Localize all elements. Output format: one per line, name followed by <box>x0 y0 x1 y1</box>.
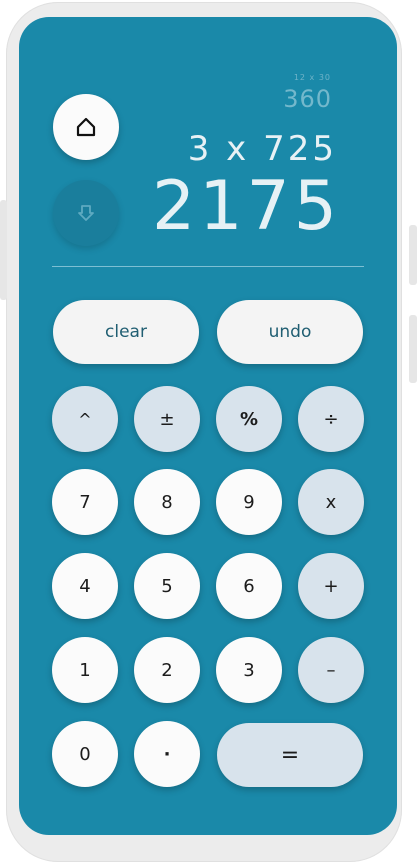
power-key[interactable]: ^ <box>52 386 118 452</box>
display-divider <box>52 266 364 267</box>
side-button-right-lower <box>409 315 417 383</box>
divide-key[interactable]: ÷ <box>298 386 364 452</box>
home-icon <box>76 117 96 137</box>
history-expression: 12 x 30 <box>293 73 331 82</box>
side-button-right-upper <box>409 225 417 285</box>
key-4[interactable]: 4 <box>52 553 118 619</box>
subtract-key[interactable]: – <box>298 637 364 703</box>
scroll-down-button[interactable] <box>53 180 119 246</box>
undo-button[interactable]: undo <box>217 300 363 364</box>
key-7[interactable]: 7 <box>52 469 118 535</box>
home-button[interactable] <box>53 94 119 160</box>
plus-minus-key[interactable]: ± <box>134 386 200 452</box>
key-9[interactable]: 9 <box>216 469 282 535</box>
history-result: 360 <box>283 85 332 113</box>
multiply-key[interactable]: x <box>298 469 364 535</box>
add-key[interactable]: + <box>298 553 364 619</box>
result-display: 2175 <box>151 167 341 246</box>
percent-key[interactable]: % <box>216 386 282 452</box>
key-8[interactable]: 8 <box>134 469 200 535</box>
side-button-left <box>0 200 7 300</box>
equals-key[interactable]: = <box>217 723 363 787</box>
key-1[interactable]: 1 <box>52 637 118 703</box>
arrow-down-icon <box>78 205 94 221</box>
key-2[interactable]: 2 <box>134 637 200 703</box>
key-6[interactable]: 6 <box>216 553 282 619</box>
clear-button[interactable]: clear <box>53 300 199 364</box>
decimal-key[interactable]: · <box>134 721 200 787</box>
key-0[interactable]: 0 <box>52 721 118 787</box>
calculator-screen: 12 x 30 360 3 x 725 2175 clear undo ^ ± … <box>19 17 397 835</box>
key-5[interactable]: 5 <box>134 553 200 619</box>
key-3[interactable]: 3 <box>216 637 282 703</box>
current-expression: 3 x 725 <box>187 129 337 169</box>
